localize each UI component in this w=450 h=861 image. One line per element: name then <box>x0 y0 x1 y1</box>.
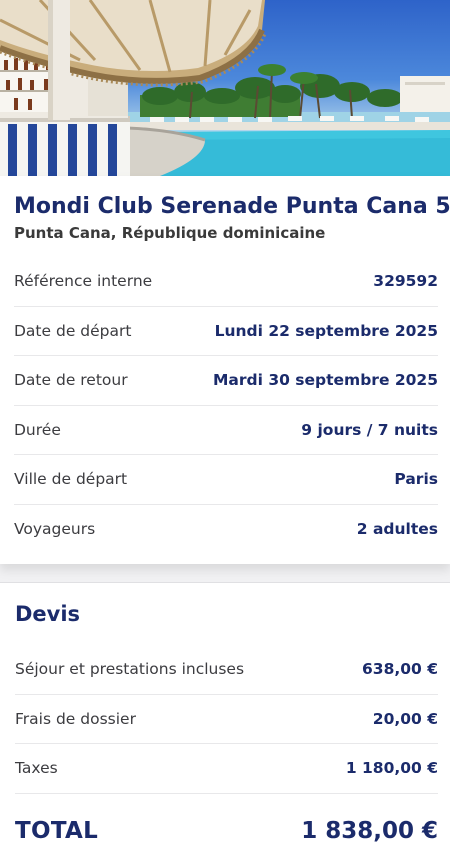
detail-row-departure-city: Ville de départ Paris <box>14 455 438 505</box>
quote-title: Devis <box>15 602 81 626</box>
detail-label: Référence interne <box>14 272 153 291</box>
detail-row-duration: Durée 9 jours / 7 nuits <box>14 406 438 455</box>
quote-lines: Séjour et prestations incluses 638,00 € … <box>15 645 438 861</box>
detail-label: Durée <box>14 420 61 439</box>
quote-line-amount: 20,00 € <box>372 709 438 728</box>
detail-value: Paris <box>394 470 438 489</box>
detail-row-departure-date: Date de départ Lundi 22 septembre 2025 <box>14 307 438 356</box>
trip-details-list: Référence interne 329592 Date de départ … <box>14 257 438 554</box>
quote-line-amount: 638,00 € <box>362 660 438 679</box>
quote-line-label: Taxes <box>15 759 58 778</box>
booking-summary-page: Mondi Club Serenade Punta Cana 5* Punta … <box>0 0 450 861</box>
quote-total-row: TOTAL 1 838,00 € <box>15 794 438 861</box>
quote-card: Devis Séjour et prestations incluses 638… <box>0 582 450 861</box>
detail-value: 2 adultes <box>356 520 438 539</box>
detail-label: Date de retour <box>14 371 128 390</box>
quote-line-amount: 1 180,00 € <box>345 759 438 778</box>
hotel-location: Punta Cana, République dominicaine <box>14 224 326 242</box>
detail-value: 329592 <box>373 272 438 291</box>
detail-row-travelers: Voyageurs 2 adultes <box>14 505 438 555</box>
detail-value: Mardi 30 septembre 2025 <box>213 371 438 390</box>
detail-value: Lundi 22 septembre 2025 <box>214 321 438 340</box>
detail-label: Voyageurs <box>14 520 96 539</box>
quote-line-label: Frais de dossier <box>15 709 136 728</box>
hotel-name: Mondi Club Serenade Punta Cana 5* <box>14 194 450 219</box>
quote-line-taxes: Taxes 1 180,00 € <box>15 744 438 794</box>
quote-line-fees: Frais de dossier 20,00 € <box>15 695 438 744</box>
detail-label: Date de départ <box>14 321 132 340</box>
detail-row-return-date: Date de retour Mardi 30 septembre 2025 <box>14 356 438 406</box>
hotel-details-card: Mondi Club Serenade Punta Cana 5* Punta … <box>0 176 450 564</box>
total-amount: 1 838,00 € <box>301 817 438 844</box>
hotel-photo <box>0 0 450 176</box>
quote-line-label: Séjour et prestations incluses <box>15 660 245 679</box>
quote-line-stay: Séjour et prestations incluses 638,00 € <box>15 645 438 695</box>
detail-value: 9 jours / 7 nuits <box>301 420 438 439</box>
detail-label: Ville de départ <box>14 470 128 489</box>
detail-row-reference: Référence interne 329592 <box>14 257 438 307</box>
total-label: TOTAL <box>15 817 99 844</box>
